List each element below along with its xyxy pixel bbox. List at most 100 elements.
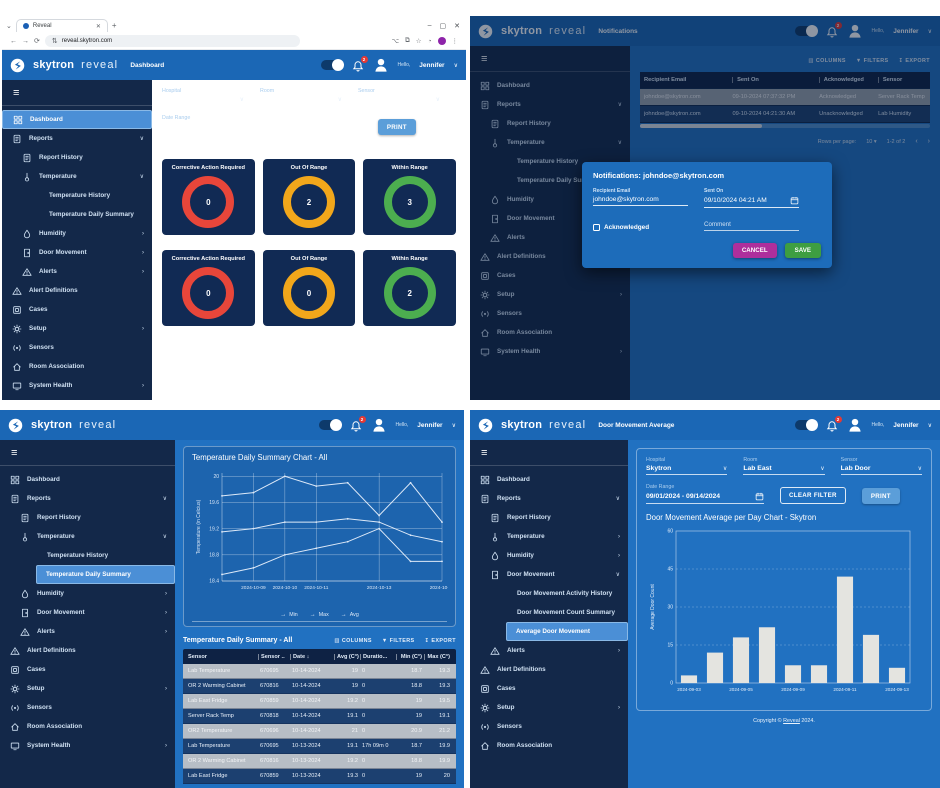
user-name[interactable]: Jennifer: [893, 422, 918, 429]
table-row[interactable]: Lab Temperature67069510-14-202419018.719…: [183, 664, 456, 679]
sidebar-item-setup[interactable]: Setup›: [2, 319, 152, 338]
sidebar-item-dashboard[interactable]: Dashboard: [0, 470, 175, 489]
hamburger-menu-icon[interactable]: ≡: [470, 440, 628, 466]
room-select[interactable]: RoomSelect∨: [260, 88, 342, 106]
minimize-button[interactable]: –: [428, 22, 432, 30]
sidebar-item-reports[interactable]: Reports∨: [470, 489, 628, 508]
theme-toggle[interactable]: [795, 420, 817, 430]
sidebar-item-sensors[interactable]: Sensors: [0, 698, 175, 717]
export-button[interactable]: ↧ EXPORT: [425, 638, 457, 644]
calendar-icon[interactable]: [271, 123, 280, 132]
recipient-email-field[interactable]: Recipient Email johndoe@skytron.com: [593, 188, 688, 208]
chevron-down-icon[interactable]: ∨: [928, 422, 932, 429]
sidebar-item-temperature-daily-summary[interactable]: Temperature Daily Summary: [2, 205, 152, 224]
table-row[interactable]: Server Rack Temp67081810-14-202419.10191…: [183, 709, 456, 724]
notifications-bell[interactable]: 2: [352, 59, 364, 71]
forward-icon[interactable]: →: [22, 38, 29, 45]
columns-button[interactable]: ▥ COLUMNS: [334, 638, 372, 644]
sidebar-item-alerts[interactable]: Alerts›: [470, 641, 628, 660]
clear-filter-button[interactable]: CLEAR FILTER: [296, 118, 362, 135]
sidebar-item-cases[interactable]: Cases: [0, 660, 175, 679]
calendar-icon[interactable]: [755, 492, 764, 501]
sensor-select[interactable]: SensorLab Door∨: [841, 457, 922, 475]
notifications-bell[interactable]: 2: [826, 419, 838, 431]
hospital-select[interactable]: HospitalSkytron∨: [646, 457, 727, 475]
sidebar-item-reports[interactable]: Reports∨: [0, 489, 175, 508]
sidebar-item-door-movement[interactable]: Door Movement∨: [470, 565, 628, 584]
sidebar-item-dashboard[interactable]: Dashboard: [2, 110, 152, 129]
print-button[interactable]: PRINT: [862, 488, 900, 504]
sidebar-item-cases[interactable]: Cases: [470, 679, 628, 698]
sidebar-item-average-door-movement[interactable]: Average Door Movement: [506, 622, 628, 641]
sidebar-item-door-movement[interactable]: Door Movement›: [0, 603, 175, 622]
user-avatar[interactable]: [371, 417, 387, 433]
address-bar[interactable]: ⇅ reveal.skytron.com: [45, 35, 300, 47]
sidebar-item-alerts[interactable]: Alerts›: [2, 262, 152, 281]
hospital-select[interactable]: HospitalSkytron∨: [162, 88, 244, 106]
hamburger-menu-icon[interactable]: ≡: [2, 80, 152, 106]
calendar-icon[interactable]: [790, 196, 799, 205]
new-tab-button[interactable]: +: [112, 21, 117, 30]
close-button[interactable]: ✕: [454, 22, 460, 30]
legend-item-min[interactable]: →Min: [280, 612, 298, 618]
chevron-down-icon[interactable]: ∨: [452, 422, 456, 429]
sensor-select[interactable]: SensorSelect∨: [358, 88, 440, 106]
table-row[interactable]: Lab East Fridge67085910-13-202419.301920: [183, 769, 456, 784]
column-header-sensor[interactable]: Sensor: [186, 654, 258, 660]
sent-on-field[interactable]: Sent On 09/10/2024 04:21 AM: [704, 188, 799, 208]
notifications-bell[interactable]: 2: [350, 419, 362, 431]
sidebar-item-temperature[interactable]: Temperature›: [470, 527, 628, 546]
browser-tab[interactable]: Reveal ✕: [16, 19, 108, 32]
user-name[interactable]: Jennifer: [417, 422, 442, 429]
column-header-max-c[interactable]: Max (C°): [424, 654, 452, 660]
table-row[interactable]: OR 2 Warming Cabinet67081610-13-202419.2…: [183, 754, 456, 769]
sidebar-item-dashboard[interactable]: Dashboard: [470, 470, 628, 489]
sidebar-item-report-history[interactable]: Report History: [2, 148, 152, 167]
sidebar-item-door-movement[interactable]: Door Movement›: [2, 243, 152, 262]
sidebar-item-system-health[interactable]: System Health›: [2, 376, 152, 395]
sidebar-item-humidity[interactable]: Humidity›: [0, 584, 175, 603]
room-select[interactable]: RoomLab East∨: [743, 457, 824, 475]
bookmark-icon[interactable]: ☆: [416, 37, 422, 45]
save-button[interactable]: SAVE: [785, 243, 821, 258]
back-icon[interactable]: ←: [10, 38, 17, 45]
reveal-link[interactable]: Reveal: [783, 718, 800, 724]
password-icon[interactable]: ⌥: [392, 37, 400, 45]
user-name[interactable]: Jennifer: [419, 62, 444, 69]
date-range-field[interactable]: Date Range10/15/2024 - 10/15/2024: [162, 115, 280, 135]
clear-filter-button[interactable]: CLEAR FILTER: [780, 487, 846, 504]
sidebar-item-report-history[interactable]: Report History: [0, 508, 175, 527]
sidebar-item-humidity[interactable]: Humidity›: [2, 224, 152, 243]
sidebar-item-temperature-history[interactable]: Temperature History: [2, 186, 152, 205]
table-row[interactable]: Lab Temperature67069510-13-202419.117h 0…: [183, 739, 456, 754]
sidebar-item-sensors[interactable]: Sensors: [470, 717, 628, 736]
theme-toggle[interactable]: [319, 420, 341, 430]
column-header-sensor[interactable]: Sensor ..: [258, 654, 290, 660]
sidebar-item-room-association[interactable]: Room Association: [2, 357, 152, 376]
acknowledged-checkbox[interactable]: Acknowledged: [593, 224, 688, 231]
sidebar-item-alert-definitions[interactable]: Alert Definitions: [0, 641, 175, 660]
menu-icon[interactable]: ⋮: [452, 37, 459, 45]
print-button[interactable]: PRINT: [378, 119, 416, 135]
chevron-down-icon[interactable]: ∨: [454, 62, 458, 69]
maximize-button[interactable]: ▢: [440, 22, 447, 30]
sidebar-item-sensors[interactable]: Sensors: [2, 338, 152, 357]
column-header-min-c[interactable]: Min (C°): [396, 654, 424, 660]
sidebar-item-setup[interactable]: Setup›: [470, 698, 628, 717]
sidebar-item-temperature-daily-summary[interactable]: Temperature Daily Summary: [36, 565, 175, 584]
sidebar-item-alert-definitions[interactable]: Alert Definitions: [470, 660, 628, 679]
column-header-date[interactable]: Date ↓: [290, 654, 334, 660]
hamburger-menu-icon[interactable]: ≡: [0, 440, 175, 466]
legend-item-max[interactable]: →Max: [310, 612, 329, 618]
table-row[interactable]: OR2 Temperature67069610-14-202421020.921…: [183, 724, 456, 739]
user-avatar[interactable]: [373, 57, 389, 73]
legend-item-avg[interactable]: →Avg: [341, 612, 359, 618]
cancel-button[interactable]: CANCEL: [733, 243, 777, 258]
sidebar-item-temperature-history[interactable]: Temperature History: [0, 546, 175, 565]
user-avatar[interactable]: [847, 417, 863, 433]
sidebar-item-humidity[interactable]: Humidity›: [470, 546, 628, 565]
sidebar-item-door-movement-count-summary[interactable]: Door Movement Count Summary: [470, 603, 628, 622]
sidebar-item-cases[interactable]: Cases: [2, 300, 152, 319]
browser-profile-avatar[interactable]: [438, 37, 446, 45]
sidebar-item-room-association[interactable]: Room Association: [470, 736, 628, 755]
